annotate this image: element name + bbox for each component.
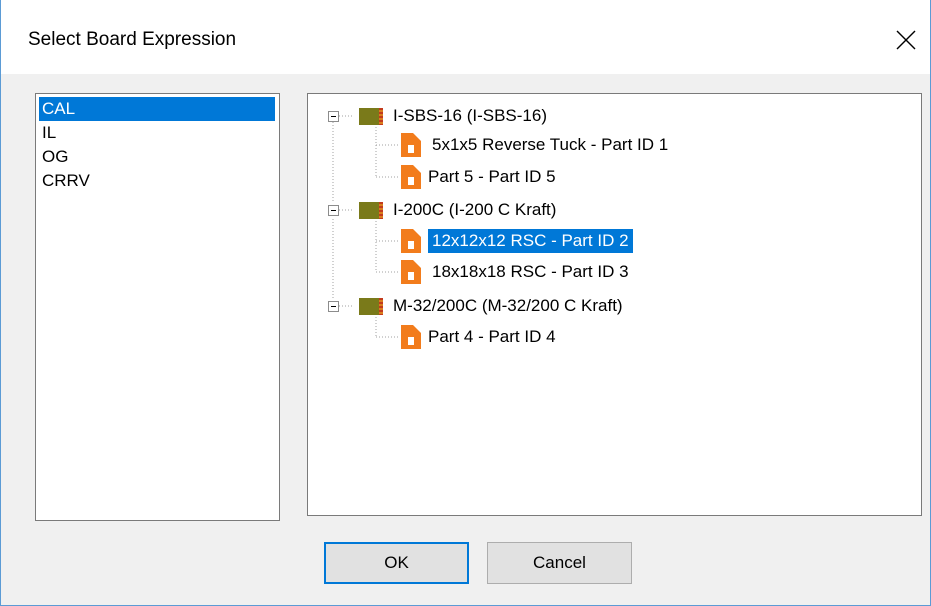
close-button[interactable] bbox=[886, 20, 926, 60]
part-tree[interactable]: I-SBS-16 (I-SBS-16) 5x1x5 Reverse Tuck -… bbox=[307, 93, 922, 516]
title-bar: Select Board Expression bbox=[1, 0, 930, 74]
tree-leaf-part-5[interactable]: Part 5 - Part ID 5 bbox=[400, 163, 560, 191]
board-icon bbox=[359, 108, 383, 125]
tree-group-i200c[interactable]: I-200C (I-200 C Kraft) bbox=[328, 196, 560, 224]
tree-group-m32[interactable]: M-32/200C (M-32/200 C Kraft) bbox=[328, 292, 627, 320]
tree-leaf-label-selected: 12x12x12 RSC - Part ID 2 bbox=[428, 229, 633, 253]
tree-leaf-part-4[interactable]: Part 4 - Part ID 4 bbox=[400, 323, 560, 351]
list-item-il[interactable]: IL bbox=[39, 121, 275, 145]
tree-leaf-label: 5x1x5 Reverse Tuck - Part ID 1 bbox=[432, 135, 669, 154]
board-list[interactable]: CAL IL OG CRRV bbox=[35, 93, 280, 521]
tree-leaf-label: Part 5 - Part ID 5 bbox=[428, 167, 556, 186]
tree-group-isbs16[interactable]: I-SBS-16 (I-SBS-16) bbox=[328, 102, 551, 130]
tree-group-label: I-200C (I-200 C Kraft) bbox=[393, 200, 557, 219]
part-icon bbox=[401, 133, 421, 157]
tree-leaf-part-2[interactable]: 12x12x12 RSC - Part ID 2 bbox=[400, 227, 633, 255]
cancel-button[interactable]: Cancel bbox=[487, 542, 632, 584]
tree-leaf-part-3[interactable]: 18x18x18 RSC - Part ID 3 bbox=[400, 258, 633, 286]
list-item-cal[interactable]: CAL bbox=[39, 97, 275, 121]
part-icon bbox=[401, 325, 421, 349]
ok-button[interactable]: OK bbox=[324, 542, 469, 584]
part-icon bbox=[401, 260, 421, 284]
tree-leaf-label: Part 4 - Part ID 4 bbox=[428, 327, 556, 346]
part-icon bbox=[401, 165, 421, 189]
tree-group-label: M-32/200C (M-32/200 C Kraft) bbox=[393, 296, 623, 315]
select-board-dialog: Select Board Expression CAL IL OG CRRV I… bbox=[0, 0, 931, 606]
part-icon bbox=[401, 229, 421, 253]
tree-leaf-label: 18x18x18 RSC - Part ID 3 bbox=[432, 262, 629, 281]
board-icon bbox=[359, 202, 383, 219]
close-icon bbox=[896, 30, 916, 50]
collapse-icon[interactable] bbox=[328, 204, 339, 216]
list-item-og[interactable]: OG bbox=[39, 145, 275, 169]
board-icon bbox=[359, 298, 383, 315]
list-item-crrv[interactable]: CRRV bbox=[39, 169, 275, 193]
collapse-icon[interactable] bbox=[328, 300, 339, 312]
collapse-icon[interactable] bbox=[328, 110, 339, 122]
tree-group-label: I-SBS-16 (I-SBS-16) bbox=[393, 106, 547, 125]
tree-leaf-part-1[interactable]: 5x1x5 Reverse Tuck - Part ID 1 bbox=[400, 131, 672, 159]
dialog-title: Select Board Expression bbox=[28, 29, 237, 50]
